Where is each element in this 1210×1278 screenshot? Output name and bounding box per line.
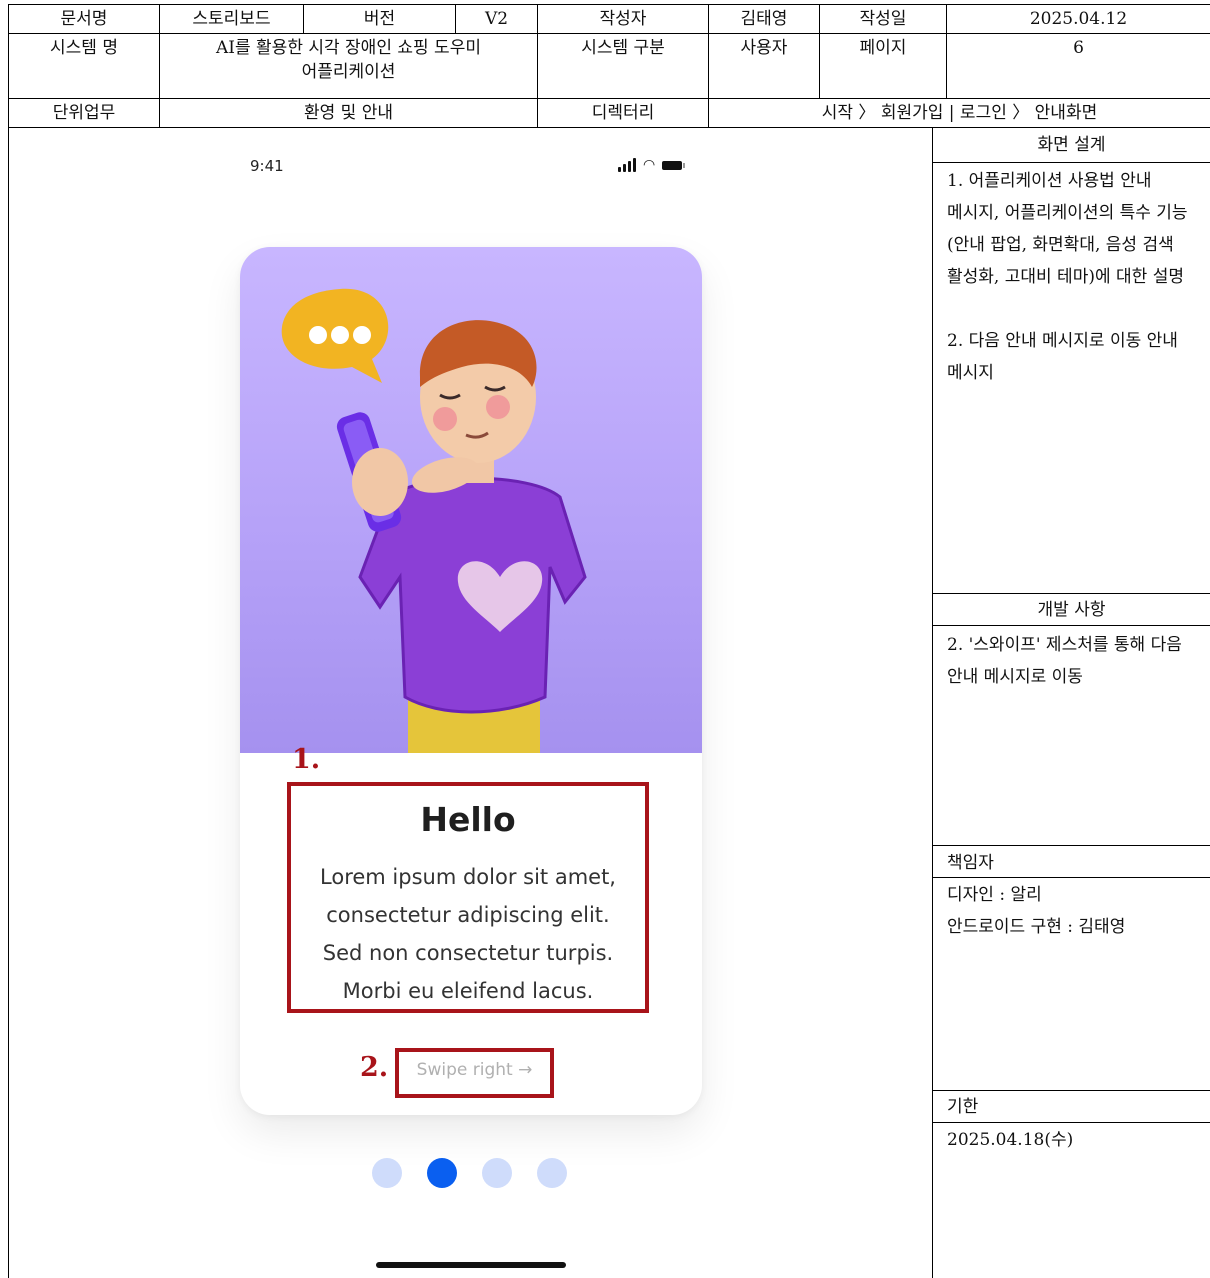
author-label: 작성자 [537, 4, 709, 34]
date-label: 작성일 [819, 4, 947, 34]
dev-section-title: 개발 사항 [1037, 600, 1106, 620]
frame-left-border [8, 127, 9, 1278]
system-type-label: 시스템 구분 [537, 33, 709, 99]
unit-task-label: 단위업무 [8, 98, 160, 128]
home-indicator [376, 1262, 566, 1268]
directory-label: 디렉터리 [537, 98, 709, 128]
page-indicator [372, 1158, 567, 1188]
swipe-right-hint[interactable]: Swipe right → [399, 1060, 550, 1080]
owner-section-text: 디자인 : 알리 안드로이드 구현 : 김태영 [947, 885, 1126, 937]
system-type-value: 사용자 [708, 33, 820, 99]
page-label: 페이지 [819, 33, 947, 99]
onboarding-body-text: Lorem ipsum dolor sit amet, consectetur … [320, 865, 616, 1003]
doc-name-value: 스토리보드 [159, 4, 304, 34]
divider [933, 845, 1210, 846]
date-value: 2025.04.12 [946, 4, 1210, 34]
system-name-label: 시스템 명 [8, 33, 160, 99]
system-name-value: AI를 활용한 시각 장애인 쇼핑 도우미 어플리케이션 [159, 33, 538, 99]
owner-section-title: 책임자 [947, 853, 994, 873]
onboarding-title: Hello [420, 800, 516, 839]
doc-name-label: 문서명 [8, 4, 160, 34]
description-panel: 화면 설계 1. 어플리케이션 사용법 안내 메시지, 어플리케이션의 특수 기… [933, 127, 1210, 1278]
divider [933, 1090, 1210, 1091]
design-section-text: 1. 어플리케이션 사용법 안내 메시지, 어플리케이션의 특수 기능(안내 팝… [947, 171, 1188, 383]
divider [933, 1122, 1210, 1123]
directory-value: 시작 〉 회원가입 | 로그인 〉 안내화면 [708, 98, 1210, 128]
deadline-section-title: 기한 [947, 1097, 979, 1117]
design-section-title: 화면 설계 [1037, 135, 1106, 155]
author-value: 김태영 [708, 4, 820, 34]
dev-section-text: 2. '스와이프' 제스처를 통해 다음 안내 메시지로 이동 [947, 635, 1182, 687]
page-dot-active[interactable] [427, 1158, 457, 1188]
divider [933, 162, 1210, 163]
annotation-number-1: 1. [292, 744, 321, 775]
status-bar-icons: ◠ [618, 157, 686, 173]
cellular-signal-icon [618, 158, 636, 172]
wifi-icon: ◠ [643, 157, 656, 173]
deadline-value: 2025.04.18(수) [947, 1130, 1074, 1150]
status-bar-time: 9:41 [250, 157, 284, 175]
divider [933, 625, 1210, 626]
version-value: V2 [455, 4, 538, 34]
character-with-phone-illustration [336, 320, 587, 753]
chat-bubble-icon [281, 288, 389, 383]
page-dot[interactable] [482, 1158, 512, 1188]
divider [933, 877, 1210, 878]
unit-task-value: 환영 및 안내 [159, 98, 538, 128]
page-dot[interactable] [372, 1158, 402, 1188]
onboarding-illustration [240, 247, 702, 753]
version-label: 버전 [303, 4, 456, 34]
page-dot[interactable] [537, 1158, 567, 1188]
battery-icon [662, 160, 686, 170]
document-header-table: 문서명 스토리보드 버전 V2 작성자 김태영 작성일 2025.04.12 시… [8, 4, 1210, 128]
page-value: 6 [946, 33, 1210, 99]
annotation-number-2: 2. [360, 1052, 389, 1083]
divider [933, 593, 1210, 594]
